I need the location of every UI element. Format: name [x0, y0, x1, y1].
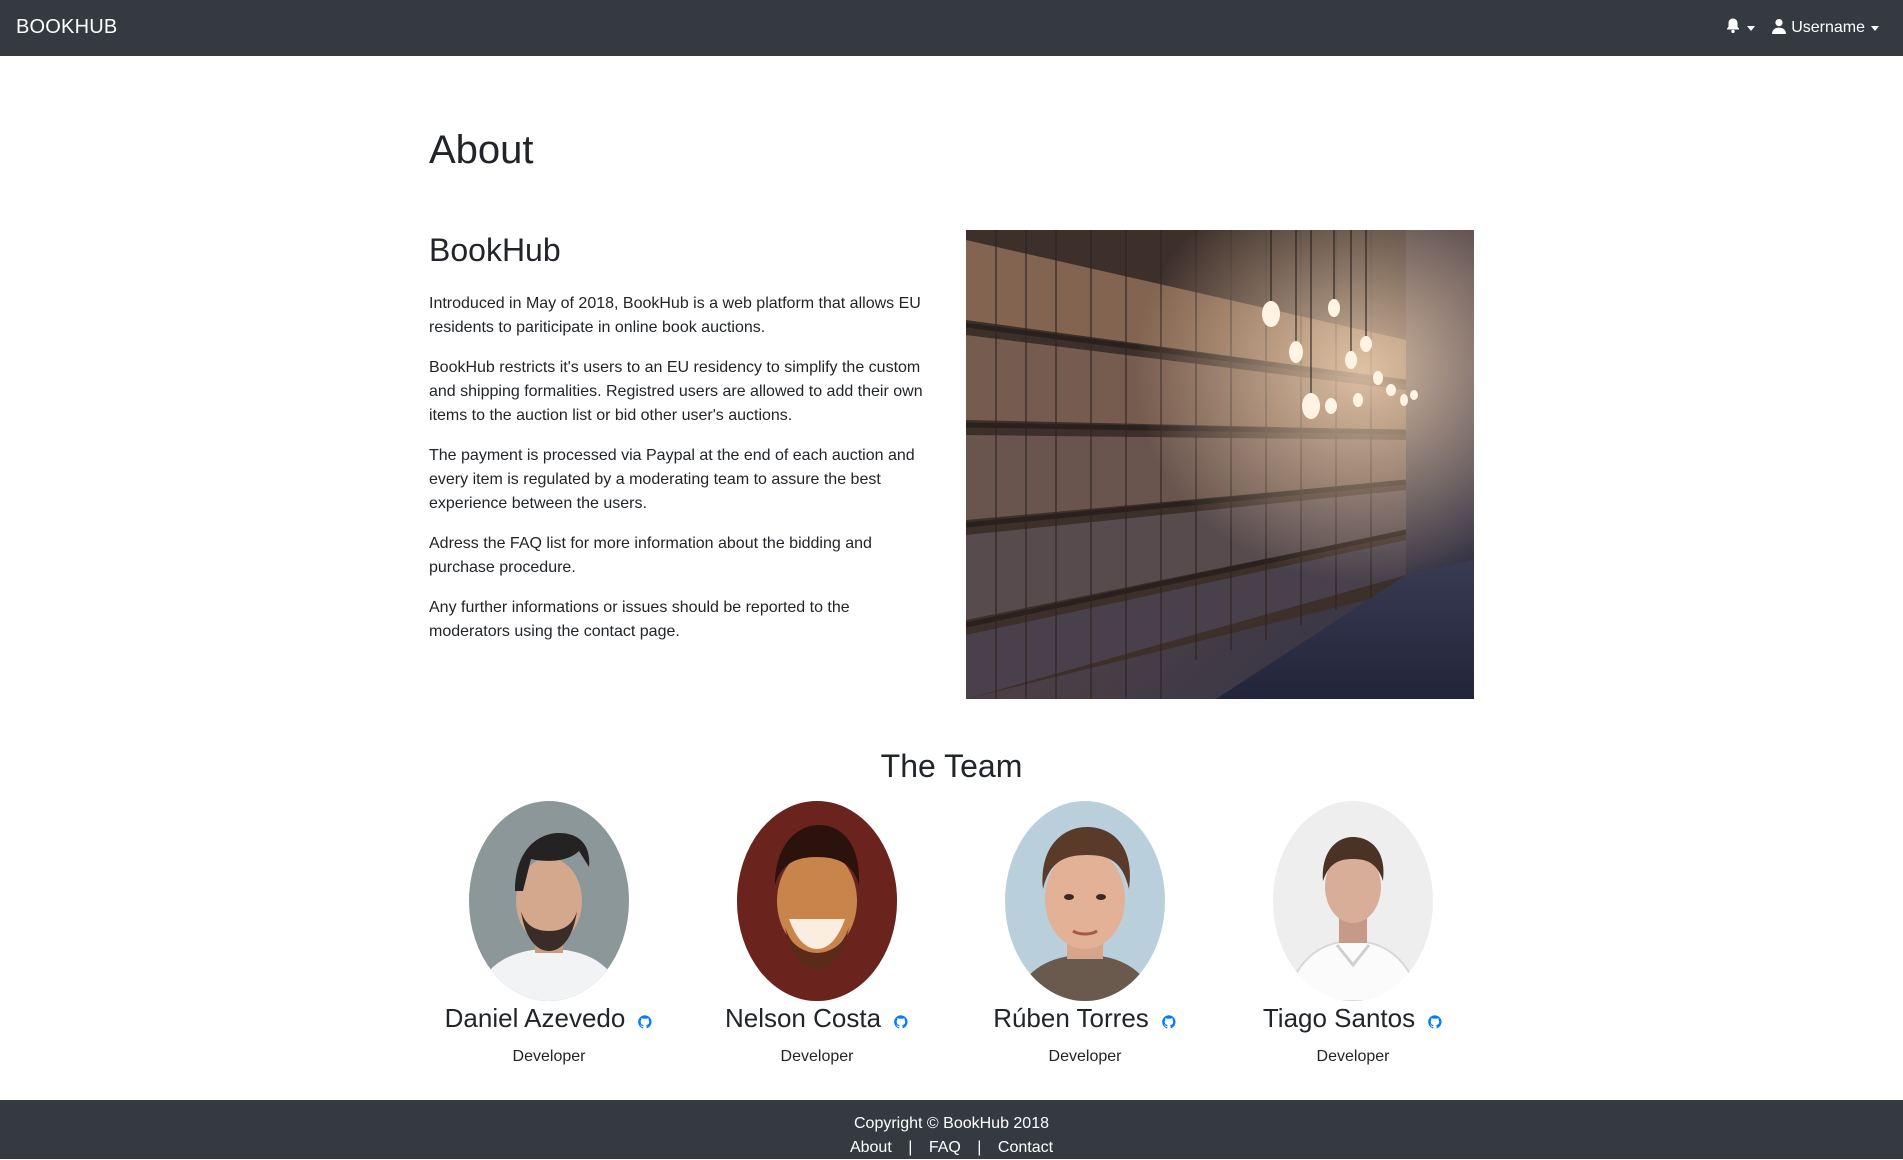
github-icon[interactable]	[1161, 1014, 1177, 1030]
about-heading: BookHub	[429, 232, 561, 268]
avatar	[1005, 801, 1165, 1001]
team-member-card: Tiago Santos Developer	[1219, 801, 1487, 1066]
about-paragraph: Introduced in May of 2018, BookHub is a …	[429, 295, 921, 336]
footer-link-faq[interactable]: FAQ	[929, 1139, 961, 1156]
chevron-down-icon	[1871, 25, 1879, 31]
footer-link-contact[interactable]: Contact	[998, 1139, 1053, 1156]
team-heading: The Team	[880, 748, 1023, 784]
team-member-card: Rúben Torres Developer	[951, 801, 1219, 1066]
footer-link-about[interactable]: About	[850, 1139, 892, 1156]
chevron-down-icon	[1747, 25, 1756, 31]
about-paragraph: BookHub restricts it's users to an EU re…	[429, 359, 923, 424]
brand-logo[interactable]: BOOKHUB	[16, 16, 117, 39]
library-image	[966, 230, 1474, 699]
about-text: Introduced in May of 2018, BookHub is a …	[429, 292, 929, 660]
footer-separator: |	[908, 1139, 913, 1156]
notifications-dropdown[interactable]	[1725, 17, 1756, 39]
about-paragraph: The payment is processed via Paypal at t…	[429, 447, 915, 512]
avatar	[1273, 801, 1433, 1001]
about-paragraph: Any further informations or issues shoul…	[429, 599, 850, 640]
username-label: Username	[1791, 19, 1865, 36]
page-title: About	[429, 128, 534, 172]
footer: Copyright © BookHub 2018 About | FAQ | C…	[0, 1100, 1903, 1159]
footer-separator: |	[977, 1139, 982, 1156]
user-dropdown[interactable]: Username	[1771, 18, 1879, 39]
avatar	[469, 801, 629, 1001]
github-icon[interactable]	[637, 1014, 653, 1030]
github-icon[interactable]	[893, 1014, 909, 1030]
member-name: Nelson Costa	[724, 1003, 882, 1033]
member-role: Developer	[780, 1048, 854, 1065]
github-icon[interactable]	[1427, 1014, 1443, 1030]
copyright-text: Copyright © BookHub 2018	[853, 1115, 1049, 1132]
navbar: BOOKHUB Username	[0, 0, 1903, 56]
about-paragraph: Adress the FAQ list for more information…	[429, 535, 872, 576]
member-role: Developer	[1316, 1048, 1390, 1065]
member-name: Daniel Azevedo	[444, 1003, 626, 1033]
team-member-card: Daniel Azevedo Developer	[415, 801, 683, 1066]
footer-links: About | FAQ | Contact	[0, 1136, 1903, 1160]
member-role: Developer	[512, 1048, 586, 1065]
member-name: Rúben Torres	[993, 1003, 1149, 1033]
navbar-right: Username	[1725, 17, 1879, 39]
team-member-card: Nelson Costa Developer	[683, 801, 951, 1066]
bell-icon	[1725, 17, 1741, 39]
member-role: Developer	[1048, 1048, 1122, 1065]
member-name: Tiago Santos	[1262, 1003, 1416, 1033]
user-icon	[1771, 18, 1791, 39]
avatar	[737, 801, 897, 1001]
